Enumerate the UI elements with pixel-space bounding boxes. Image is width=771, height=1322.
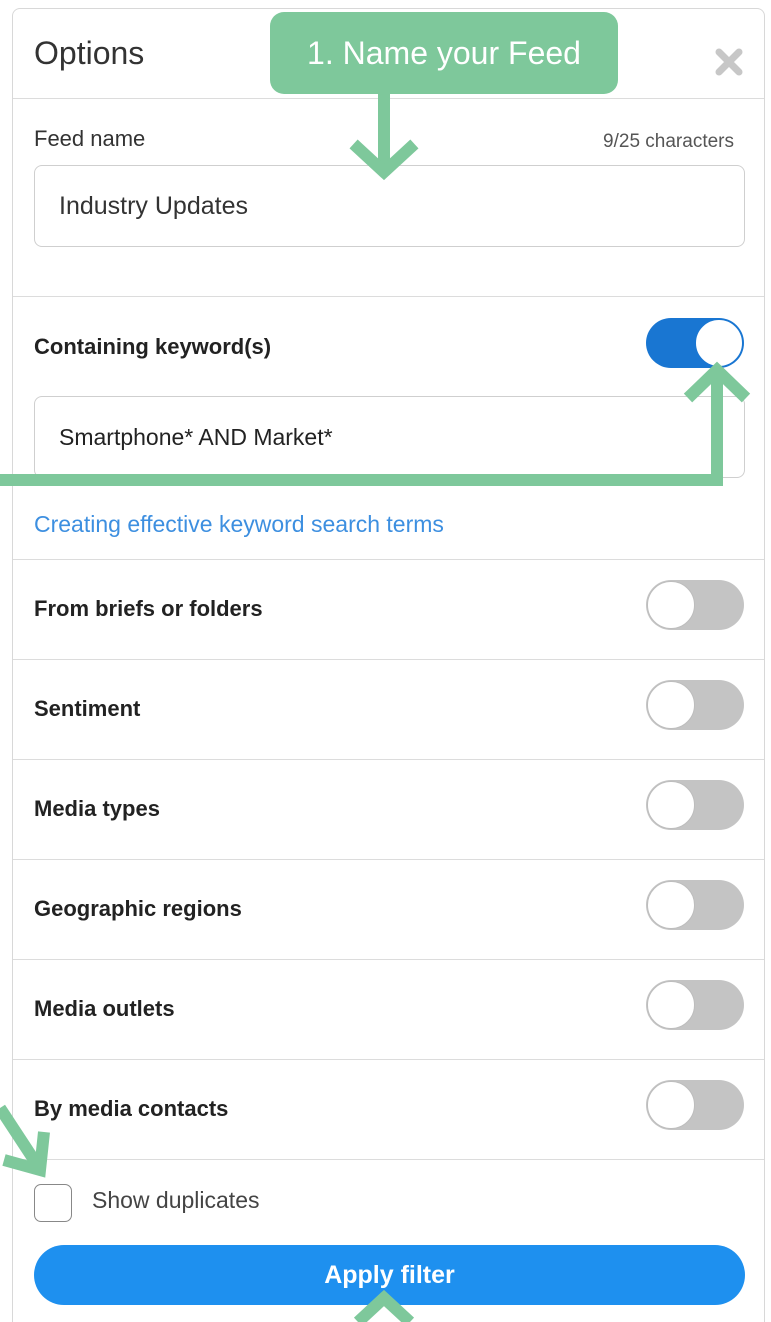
filter-toggle-media-types[interactable]: [646, 780, 744, 830]
filter-toggle-sentiment[interactable]: [646, 680, 744, 730]
toggle-knob: [647, 981, 695, 1029]
filter-label-media-contacts: By media contacts: [34, 1096, 229, 1121]
divider: [13, 759, 764, 760]
filter-label-geo-regions: Geographic regions: [34, 896, 242, 921]
stage: Options Feed name 9/25 characters Contai…: [0, 0, 771, 1322]
filter-toggle-media-contacts[interactable]: [646, 1080, 744, 1130]
divider: [13, 659, 764, 660]
options-panel: Options Feed name 9/25 characters Contai…: [12, 8, 765, 1322]
filter-toggle-briefs[interactable]: [646, 580, 744, 630]
char-count: 9/25 characters: [603, 131, 734, 152]
divider: [13, 959, 764, 960]
panel-title: Options: [34, 35, 145, 71]
feed-name-label: Feed name: [34, 126, 146, 151]
feed-name-input[interactable]: [34, 165, 745, 247]
divider: [13, 1159, 764, 1160]
keywords-input[interactable]: [34, 396, 745, 478]
divider: [13, 859, 764, 860]
divider: [13, 1059, 764, 1060]
keywords-toggle[interactable]: [646, 318, 744, 368]
divider: [13, 296, 764, 297]
divider: [13, 559, 764, 560]
keyword-help-link[interactable]: Creating effective keyword search terms: [34, 511, 444, 538]
close-icon: [715, 48, 743, 76]
toggle-knob: [647, 681, 695, 729]
apply-filter-button[interactable]: Apply filter: [34, 1245, 745, 1305]
toggle-knob: [647, 581, 695, 629]
close-button[interactable]: [712, 45, 746, 79]
filter-label-media-types: Media types: [34, 796, 160, 821]
show-duplicates-label: Show duplicates: [92, 1187, 260, 1213]
filter-label-sentiment: Sentiment: [34, 696, 141, 721]
filter-toggle-media-outlets[interactable]: [646, 980, 744, 1030]
filter-toggle-geo-regions[interactable]: [646, 880, 744, 930]
toggle-knob: [647, 781, 695, 829]
filter-label-briefs: From briefs or folders: [34, 596, 263, 621]
toggle-knob: [695, 319, 743, 367]
keywords-label: Containing keyword(s): [34, 334, 272, 359]
show-duplicates-checkbox[interactable]: [34, 1184, 72, 1222]
annotation-callout: 1. Name your Feed: [270, 12, 618, 94]
toggle-knob: [647, 1081, 695, 1129]
toggle-knob: [647, 881, 695, 929]
filter-label-media-outlets: Media outlets: [34, 996, 175, 1021]
